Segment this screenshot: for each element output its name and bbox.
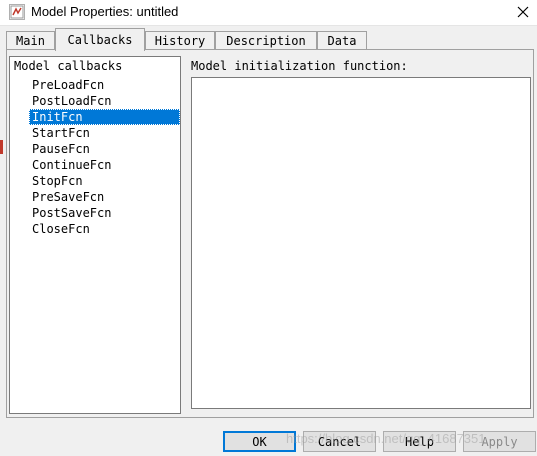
function-label: Model initialization function: bbox=[191, 59, 408, 73]
tab-data[interactable]: Data bbox=[317, 31, 367, 50]
list-item-startfcn[interactable]: StartFcn bbox=[29, 125, 180, 141]
title-bar: Model Properties: untitled bbox=[0, 0, 537, 26]
list-item-continuefcn[interactable]: ContinueFcn bbox=[29, 157, 180, 173]
close-button[interactable] bbox=[512, 2, 534, 22]
list-item-preloadfcn[interactable]: PreLoadFcn bbox=[29, 77, 180, 93]
list-item-stopfcn[interactable]: StopFcn bbox=[29, 173, 180, 189]
tab-description[interactable]: Description bbox=[215, 31, 317, 50]
tab-strip: Main Callbacks History Description Data bbox=[0, 28, 537, 51]
ok-button[interactable]: OK bbox=[223, 431, 296, 452]
close-icon bbox=[517, 6, 529, 18]
tab-history[interactable]: History bbox=[145, 31, 215, 50]
list-items: PreLoadFcn PostLoadFcn InitFcn StartFcn … bbox=[29, 77, 180, 237]
list-header: Model callbacks bbox=[14, 59, 123, 73]
callback-list[interactable]: Model callbacks PreLoadFcn PostLoadFcn I… bbox=[9, 56, 181, 414]
tab-main[interactable]: Main bbox=[6, 31, 55, 50]
list-item-closefcn[interactable]: CloseFcn bbox=[29, 221, 180, 237]
tab-callbacks[interactable]: Callbacks bbox=[55, 28, 145, 51]
list-item-presavefcn[interactable]: PreSaveFcn bbox=[29, 189, 180, 205]
background-window-edge bbox=[0, 140, 3, 154]
help-button[interactable]: Help bbox=[383, 431, 456, 452]
list-item-initfcn[interactable]: InitFcn bbox=[29, 109, 180, 125]
simulink-model-icon bbox=[9, 4, 25, 20]
function-editor[interactable] bbox=[191, 77, 531, 409]
list-item-postloadfcn[interactable]: PostLoadFcn bbox=[29, 93, 180, 109]
apply-button[interactable]: Apply bbox=[463, 431, 536, 452]
list-item-postsavefcn[interactable]: PostSaveFcn bbox=[29, 205, 180, 221]
window-title: Model Properties: untitled bbox=[31, 4, 179, 19]
cancel-button[interactable]: Cancel bbox=[303, 431, 376, 452]
list-item-pausefcn[interactable]: PauseFcn bbox=[29, 141, 180, 157]
